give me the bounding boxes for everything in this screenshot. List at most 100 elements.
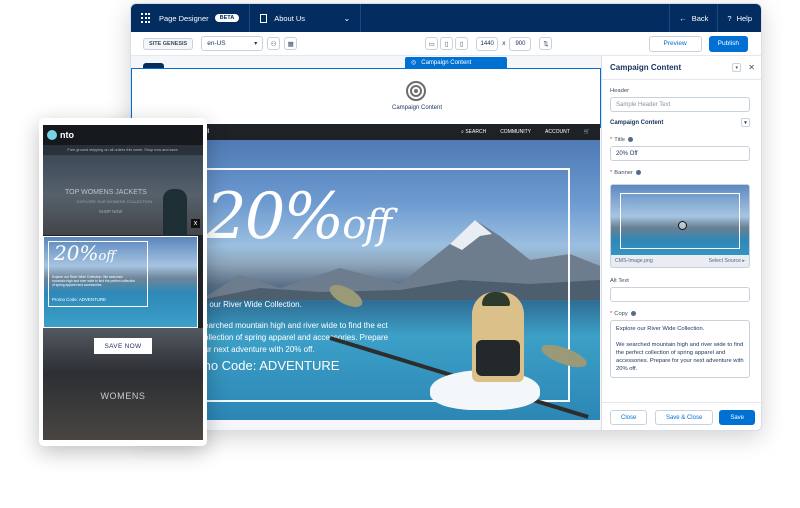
save-button[interactable]: Save <box>719 410 755 425</box>
site-badge: SITE GENESIS <box>143 37 194 50</box>
swap-icon[interactable]: ⇅ <box>539 37 553 50</box>
modal-body: Explore our River Wide Collection. We se… <box>52 275 136 287</box>
divider <box>360 4 362 32</box>
locale-select[interactable]: en-US ▾ <box>201 36 264 51</box>
title-label: * Title <box>610 137 634 144</box>
select-source-link[interactable]: Select Source ▸ <box>709 258 745 264</box>
header-input[interactable]: Sample Header Text <box>610 97 750 112</box>
panel-title: Campaign Content <box>610 63 682 72</box>
close-button[interactable]: Close <box>610 410 648 425</box>
copy-paragraph: Explore our River Wide Collection. <box>616 326 705 332</box>
copy-label-text: Copy <box>614 311 628 318</box>
mobile-hero-title: TOP WOMENS JACKETS <box>65 189 147 196</box>
chevron-down-icon[interactable]: ▾ <box>741 118 750 127</box>
mobile-hero-cta[interactable]: SHOP NOW <box>99 209 122 214</box>
app-title: Page Designer <box>159 13 209 23</box>
phone-icon[interactable]: ▯ <box>455 37 469 50</box>
shipping-banner: Free ground shipping on all orders this … <box>43 145 203 155</box>
banner-label-text: Banner <box>614 170 633 177</box>
banner-image-picker[interactable]: CMS-Image.png Select Source ▸ <box>610 184 750 268</box>
banner-footer: CMS-Image.png Select Source ▸ <box>611 255 749 267</box>
storefront-links: ⌕ SEARCH COMMUNITY ACCOUNT 🛒 <box>461 129 590 135</box>
womens-category[interactable]: WOMENS <box>43 391 203 401</box>
nav-community[interactable]: COMMUNITY <box>500 129 531 135</box>
hero-headline: 20%off <box>206 180 392 254</box>
copy-label: * Copy <box>610 311 636 317</box>
divider <box>249 4 251 32</box>
save-close-button[interactable]: Save & Close <box>654 410 714 425</box>
times-label: x <box>502 40 506 47</box>
selected-component-label: Campaign Content <box>421 59 472 66</box>
people-icon[interactable]: ⚇ <box>267 37 281 50</box>
help-label: Help <box>736 13 752 23</box>
chevron-down-icon: ▾ <box>254 41 258 47</box>
panel-header: Campaign Content ▾ ✕ <box>602 56 761 80</box>
back-label: Back <box>691 13 709 23</box>
mobile-nav: nto <box>43 125 203 145</box>
copy-textarea[interactable]: Explore our River Wide Collection. We se… <box>610 320 750 378</box>
cart-icon[interactable]: 🛒 <box>584 129 590 135</box>
viewport-dimensions: 1440 x 900 ⇅ <box>476 36 553 51</box>
device-toggle: ▭ ▯ ▯ <box>423 37 469 50</box>
page-selector-label: About Us <box>274 13 306 23</box>
mobile-lower-section: SAVE NOW WOMENS <box>43 328 203 440</box>
monitor-icon[interactable]: ▭ <box>425 37 439 50</box>
mobile-screen: nto Free ground shipping on all orders t… <box>43 125 203 440</box>
modal-promo: Promo Code: ADVENTURE <box>52 297 106 302</box>
alt-label: Alt Text <box>610 278 629 284</box>
preview-button[interactable]: Preview <box>648 35 702 52</box>
logo-icon <box>47 130 57 140</box>
title-input[interactable]: 20% Off <box>610 146 750 161</box>
width-input[interactable]: 1440 <box>476 36 499 51</box>
info-icon <box>628 137 634 142</box>
publish-button[interactable]: Publish <box>708 35 748 52</box>
alt-text-input[interactable] <box>610 287 750 302</box>
life-vest <box>476 340 520 376</box>
storefront-nav: rail ⌕ SEARCH COMMUNITY ACCOUNT 🛒 <box>200 124 600 140</box>
page-selector[interactable]: About Us ⌄ <box>260 13 350 23</box>
mobile-hero-sub: EXPLORE OUR WOMENS COLLECTION <box>77 199 153 204</box>
help-icon: ? <box>727 13 732 23</box>
chevron-down-icon[interactable]: ▾ <box>732 63 742 72</box>
focal-point-handle[interactable] <box>678 221 687 230</box>
help-button[interactable]: ? Help <box>717 4 761 32</box>
header-label: Header <box>610 88 630 94</box>
hero-promo: mo Code: ADVENTURE <box>200 358 340 373</box>
apps-icon[interactable] <box>141 13 151 23</box>
document-icon <box>260 13 268 23</box>
hero-subheading: re our River Wide Collection. <box>200 300 302 309</box>
back-arrow-icon: ← <box>679 13 687 23</box>
promo-modal: 20%off Explore our River Wide Collection… <box>43 236 198 429</box>
secondary-toolbar: SITE GENESIS en-US ▾ ⚇ ▦ ▭ ▯ ▯ 1440 x 90… <box>131 32 761 56</box>
save-now-button[interactable]: SAVE NOW <box>94 338 152 354</box>
nav-search[interactable]: ⌕ SEARCH <box>461 129 486 135</box>
mobile-brand: nto <box>60 130 74 140</box>
close-icon[interactable]: ✕ <box>748 63 755 72</box>
banner-file: CMS-Image.png <box>615 258 653 264</box>
stage: Page Designer BETA About Us ⌄ ← Back ? H… <box>0 0 800 508</box>
title-label-text: Title <box>614 137 626 144</box>
properties-panel: Campaign Content ▾ ✕ Header Sample Heade… <box>601 56 761 430</box>
info-icon <box>630 311 636 316</box>
kayaker-cap <box>482 292 510 306</box>
modal-headline: 20%off <box>54 241 116 265</box>
selected-component-tab[interactable]: ◎ Campaign Content <box>405 57 507 68</box>
top-bar: Page Designer BETA About Us ⌄ ← Back ? H… <box>131 4 761 32</box>
hero-banner: 20%off re our River Wide Collection. sea… <box>200 140 600 420</box>
back-button[interactable]: ← Back <box>669 4 717 32</box>
beta-badge: BETA <box>214 14 240 22</box>
section-header: Campaign Content ▾ <box>610 118 750 127</box>
section-label: Campaign Content <box>610 119 664 126</box>
component-label: Campaign Content <box>391 105 443 111</box>
calendar-icon[interactable]: ▦ <box>284 37 298 50</box>
tablet-icon[interactable]: ▯ <box>440 37 454 50</box>
copy-paragraph: We searched mountain high and river wide… <box>616 342 744 372</box>
close-icon[interactable]: x <box>191 219 200 228</box>
panel-footer: Close Save & Close Save <box>602 402 761 430</box>
locale-value: en-US <box>207 40 226 47</box>
height-input[interactable]: 900 <box>509 36 532 51</box>
mobile-preview: nto Free ground shipping on all orders t… <box>39 118 207 446</box>
nav-account[interactable]: ACCOUNT <box>545 129 570 135</box>
target-icon <box>406 81 426 101</box>
target-icon: ◎ <box>411 60 417 66</box>
